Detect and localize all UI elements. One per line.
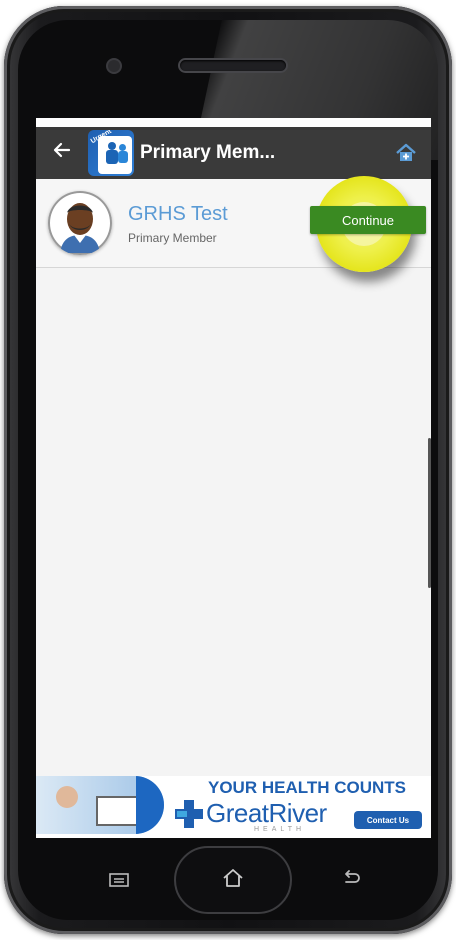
app-screen: Urgent Primary Mem... GRHS Test Primary … <box>36 118 431 838</box>
front-camera <box>108 60 120 72</box>
banner-headline: YOUR HEALTH COUNTS <box>208 778 407 797</box>
banner-sub: HEALTH <box>254 826 306 833</box>
ad-banner[interactable]: YOUR HEALTH COUNTS GreatRiver HEALTH Con… <box>36 776 431 838</box>
continue-button[interactable]: Continue <box>310 206 426 234</box>
banner-brand: GreatRiver <box>206 798 327 828</box>
earpiece-speaker <box>180 60 286 71</box>
medical-cross-icon <box>173 798 205 830</box>
home-key[interactable] <box>174 846 292 914</box>
home-icon <box>221 867 245 894</box>
home-plus-icon[interactable] <box>395 142 417 164</box>
status-bar <box>36 118 431 127</box>
arrow-left-icon[interactable] <box>52 140 78 166</box>
member-name: GRHS Test <box>128 203 228 225</box>
scrollbar[interactable] <box>428 438 431 588</box>
menu-key-icon[interactable] <box>108 872 130 888</box>
back-key-icon[interactable] <box>340 868 362 890</box>
app-bar: Urgent Primary Mem... <box>36 127 431 179</box>
app-logo: Urgent <box>88 130 134 176</box>
banner-photo <box>36 776 164 834</box>
avatar <box>48 191 112 255</box>
member-role: Primary Member <box>128 231 217 245</box>
page-title: Primary Mem... <box>140 142 276 163</box>
contact-us-button[interactable]: Contact Us <box>354 811 422 829</box>
